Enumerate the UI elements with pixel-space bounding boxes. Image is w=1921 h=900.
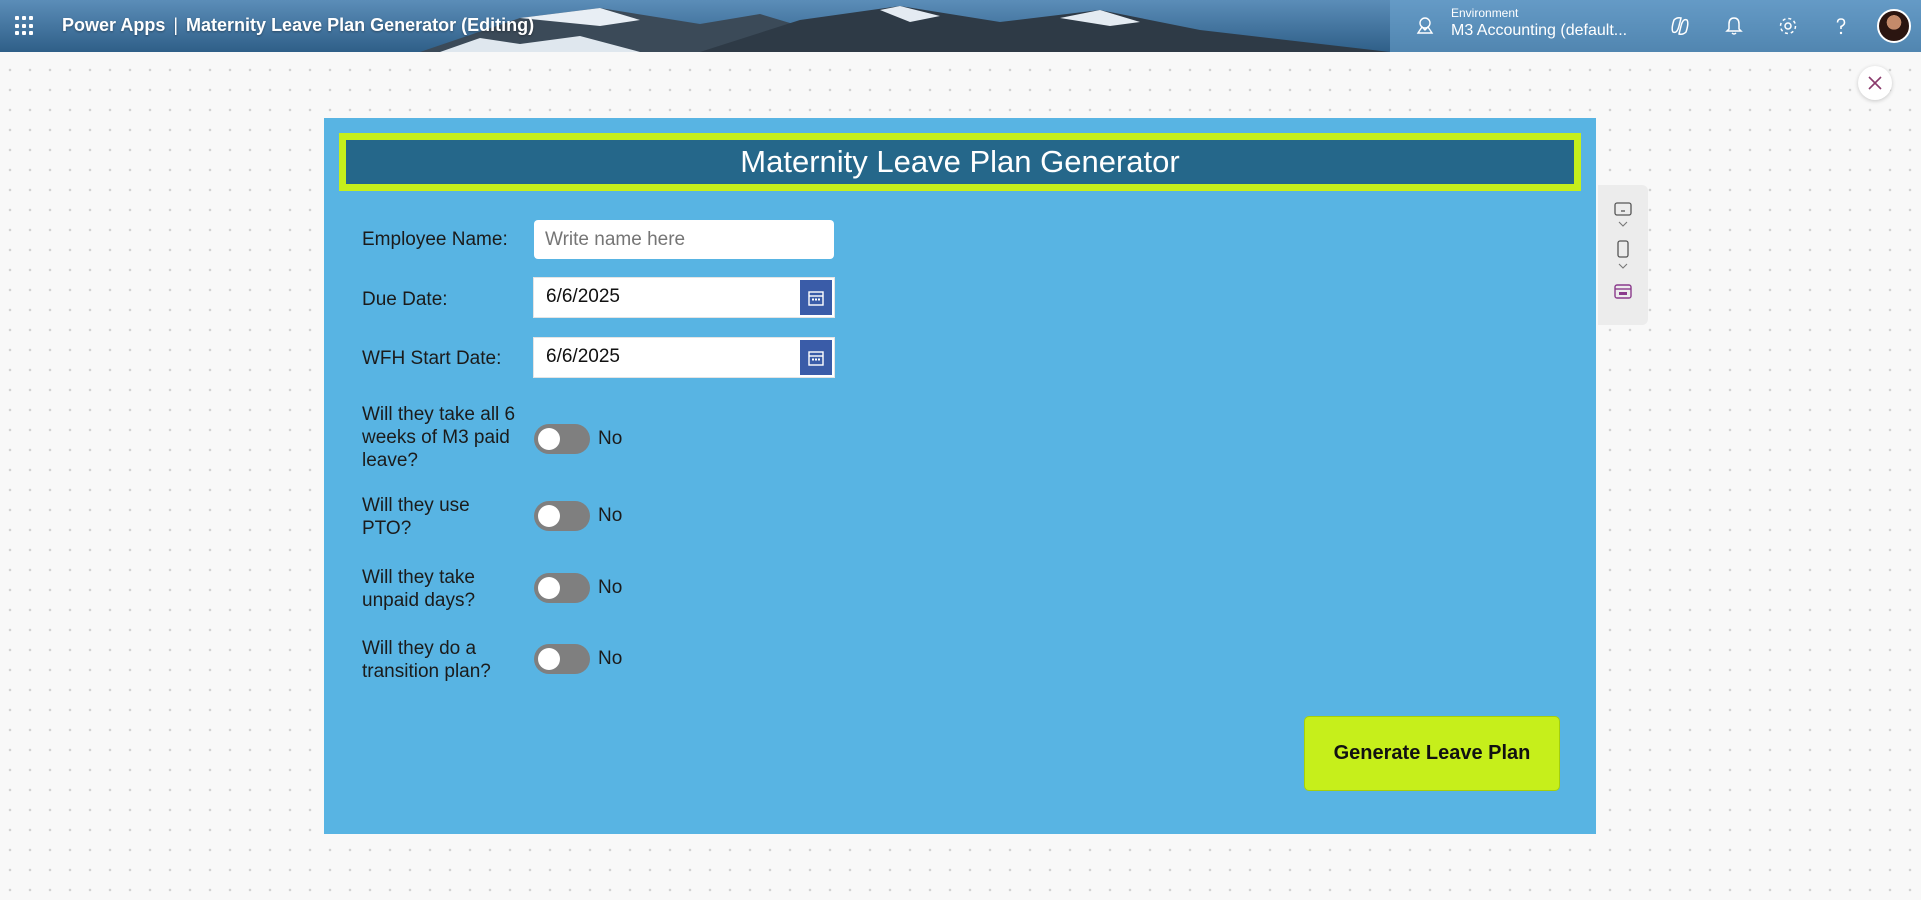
gear-icon[interactable] [1776, 14, 1800, 38]
wfh-start-date-value: 6/6/2025 [546, 346, 620, 367]
app-canvas: Maternity Leave Plan Generator Employee … [324, 118, 1596, 834]
app-title-bar: Maternity Leave Plan Generator [339, 133, 1581, 191]
header-separator: | [173, 15, 179, 35]
wfh-start-date-calendar-button[interactable] [800, 340, 832, 375]
due-date-label: Due Date: [362, 289, 448, 310]
pto-toggle-value: No [598, 505, 623, 526]
employee-name-label: Employee Name: [362, 229, 508, 250]
device-preview-panel [1598, 185, 1648, 325]
app-title: Maternity Leave Plan Generator (Editing) [186, 15, 535, 35]
paid-leave-toggle-value: No [598, 428, 623, 449]
bell-icon[interactable] [1722, 14, 1746, 38]
pto-toggle[interactable] [534, 501, 590, 531]
help-icon[interactable] [1829, 14, 1853, 38]
wfh-start-date-label: WFH Start Date: [362, 348, 502, 369]
paid-leave-toggle[interactable] [534, 424, 590, 454]
due-date-picker[interactable]: 6/6/2025 [533, 277, 835, 318]
question-unpaid-days-label: Will they take unpaid days? [362, 567, 476, 611]
tablet-layout-icon[interactable] [1613, 201, 1633, 229]
due-date-value: 6/6/2025 [546, 286, 620, 307]
app-title-text: Maternity Leave Plan Generator [740, 144, 1180, 179]
close-icon [1868, 76, 1882, 90]
question-paid-leave-label: Will they take all 6 weeks of M3 paid le… [362, 404, 516, 471]
environment-value[interactable]: M3 Accounting (default... [1451, 22, 1627, 40]
top-bar: Power Apps | Maternity Leave Plan Generato… [0, 0, 1921, 52]
employee-name-input[interactable] [534, 220, 834, 259]
unpaid-days-toggle[interactable] [534, 573, 590, 603]
phone-layout-icon[interactable] [1613, 239, 1633, 271]
wfh-start-date-picker[interactable]: 6/6/2025 [533, 337, 835, 378]
question-transition-plan-label: Will they do a transition plan? [362, 638, 491, 682]
calendar-icon [808, 350, 824, 366]
copilot-icon[interactable] [1668, 14, 1692, 38]
product-name[interactable]: Power Apps [62, 15, 165, 35]
unpaid-days-toggle-value: No [598, 577, 623, 598]
transition-plan-toggle-value: No [598, 648, 623, 669]
app-launcher-waffle-icon[interactable] [15, 16, 35, 36]
transition-plan-toggle[interactable] [534, 644, 590, 674]
user-avatar[interactable] [1877, 9, 1911, 43]
generate-leave-plan-button[interactable]: Generate Leave Plan [1304, 716, 1560, 791]
app-header-title: Power Apps | Maternity Leave Plan Generato… [62, 15, 534, 36]
environment-icon [1416, 17, 1434, 34]
close-button[interactable] [1858, 66, 1892, 100]
environment-label: Environment [1451, 6, 1519, 20]
due-date-calendar-button[interactable] [800, 280, 832, 315]
preview-icon[interactable] [1613, 283, 1633, 301]
question-pto-label: Will they use PTO? [362, 495, 470, 539]
calendar-icon [808, 290, 824, 306]
